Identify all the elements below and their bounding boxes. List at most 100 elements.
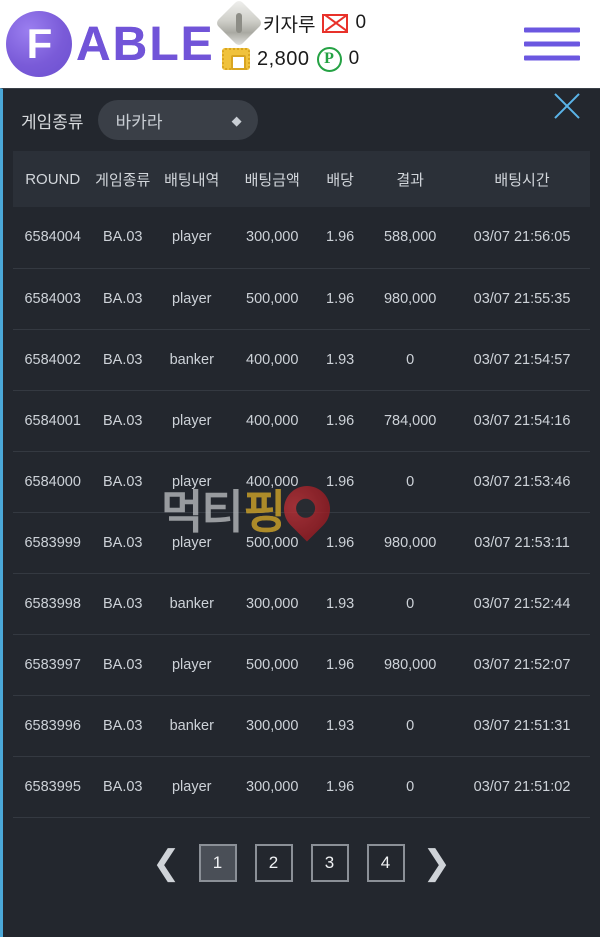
cell-bet: player bbox=[171, 656, 212, 673]
cell-time: 03/07 21:52:07 bbox=[473, 656, 571, 673]
hamburger-menu-icon[interactable] bbox=[524, 27, 580, 61]
username-label: 키자루 bbox=[263, 14, 316, 36]
cell-amount: 300,000 bbox=[246, 778, 299, 795]
cell-odds: 1.96 bbox=[326, 778, 355, 795]
cell-game: BA.03 bbox=[103, 229, 143, 246]
pagination-page-4[interactable]: 4 bbox=[366, 843, 405, 882]
column-header-bet: 배팅내역 bbox=[164, 171, 220, 189]
cell-amount: 500,000 bbox=[246, 290, 299, 307]
logo-wordmark: ABLE bbox=[76, 17, 215, 71]
cell-amount: 500,000 bbox=[246, 656, 299, 673]
table-row: 6584003 BA.03 player 500,000 1.96 980,00… bbox=[13, 268, 590, 329]
cell-round: 6583995 bbox=[24, 778, 81, 795]
cell-round: 6583998 bbox=[24, 595, 81, 612]
hamburger-bar bbox=[524, 27, 580, 33]
site-logo[interactable]: F ABLE bbox=[6, 11, 215, 77]
cell-time: 03/07 21:53:46 bbox=[473, 473, 571, 490]
filter-bar: 게임종류 바카라 ◆ bbox=[3, 89, 600, 151]
column-header-result: 결과 bbox=[396, 171, 424, 189]
pagination-page-1[interactable]: 1 bbox=[198, 843, 237, 882]
cell-bet: player bbox=[171, 290, 212, 307]
cell-time: 03/07 21:51:02 bbox=[473, 778, 571, 795]
cell-result: 0 bbox=[406, 595, 415, 612]
table-head: ROUND 게임종류 배팅내역 배팅금액 배당 결과 배팅시간 bbox=[13, 151, 590, 207]
cell-result: 0 bbox=[406, 351, 415, 368]
site-header: F ABLE 키자루 0 2,800 P 0 bbox=[0, 0, 600, 88]
cell-bet: player bbox=[171, 412, 212, 429]
cell-bet: banker bbox=[169, 595, 214, 612]
cell-game: BA.03 bbox=[103, 717, 143, 734]
cell-round: 6583996 bbox=[24, 717, 81, 734]
diamond-rank-icon bbox=[214, 0, 264, 48]
pagination: ❮ 1 2 3 4 ❯ bbox=[3, 843, 600, 882]
cell-result: 980,000 bbox=[383, 656, 437, 673]
betting-history-table-wrap: 먹티 핑 ROUND 게임종류 배팅내역 배팅금액 배당 결과 배팅시간 658… bbox=[3, 151, 600, 818]
cell-odds: 1.96 bbox=[326, 229, 355, 246]
cell-result: 588,000 bbox=[383, 229, 437, 246]
cell-odds: 1.93 bbox=[326, 717, 355, 734]
cell-amount: 400,000 bbox=[246, 412, 299, 429]
table-row: 6583998 BA.03 banker 300,000 1.93 0 03/0… bbox=[13, 573, 590, 634]
cell-game: BA.03 bbox=[103, 778, 143, 795]
table-row: 6583999 BA.03 player 500,000 1.96 980,00… bbox=[13, 512, 590, 573]
column-header-round: ROUND bbox=[25, 170, 81, 188]
table-body: 6584004 BA.03 player 300,000 1.96 588,00… bbox=[13, 207, 590, 817]
cell-time: 03/07 21:52:44 bbox=[473, 595, 571, 612]
cell-game: BA.03 bbox=[103, 290, 143, 307]
cell-game: BA.03 bbox=[103, 656, 143, 673]
cell-game: BA.03 bbox=[103, 595, 143, 612]
column-header-time: 배팅시간 bbox=[494, 171, 550, 189]
cell-odds: 1.96 bbox=[326, 473, 355, 490]
wallet-icon bbox=[222, 48, 250, 70]
cell-game: BA.03 bbox=[103, 351, 143, 368]
cell-bet: player bbox=[171, 473, 212, 490]
cell-amount: 300,000 bbox=[246, 229, 299, 246]
cell-game: BA.03 bbox=[103, 473, 143, 490]
cell-result: 980,000 bbox=[383, 534, 437, 551]
pagination-prev-icon[interactable]: ❮ bbox=[152, 846, 181, 880]
cell-round: 6583999 bbox=[24, 534, 81, 551]
cell-amount: 300,000 bbox=[246, 595, 299, 612]
cell-result: 784,000 bbox=[383, 412, 437, 429]
cell-round: 6584003 bbox=[24, 290, 81, 307]
cell-bet: player bbox=[171, 534, 212, 551]
table-row: 6583996 BA.03 banker 300,000 1.93 0 03/0… bbox=[13, 695, 590, 756]
cell-round: 6584004 bbox=[24, 229, 81, 246]
mail-count: 0 bbox=[355, 12, 367, 33]
close-icon[interactable] bbox=[544, 83, 590, 129]
game-type-value: 바카라 bbox=[115, 112, 163, 132]
cell-round: 6584000 bbox=[24, 473, 81, 490]
column-header-amount: 배팅금액 bbox=[244, 171, 300, 189]
game-type-label: 게임종류 bbox=[21, 112, 84, 132]
table-row: 6584001 BA.03 player 400,000 1.96 784,00… bbox=[13, 390, 590, 451]
balance-amount: 2,800 bbox=[257, 47, 310, 70]
table-header-row: ROUND 게임종류 배팅내역 배팅금액 배당 결과 배팅시간 bbox=[13, 151, 590, 207]
table-row: 6584000 BA.03 player 400,000 1.96 0 03/0… bbox=[13, 451, 590, 512]
cell-time: 03/07 21:54:16 bbox=[473, 412, 571, 429]
cell-game: BA.03 bbox=[103, 412, 143, 429]
cell-odds: 1.96 bbox=[326, 290, 355, 307]
pagination-page-2[interactable]: 2 bbox=[254, 843, 293, 882]
point-count: 0 bbox=[348, 48, 360, 69]
table-row: 6584004 BA.03 player 300,000 1.96 588,00… bbox=[13, 207, 590, 268]
cell-result: 980,000 bbox=[383, 290, 437, 307]
betting-history-panel: 게임종류 바카라 ◆ 먹티 핑 ROUND 게임종류 배팅내역 배팅금액 배당 … bbox=[0, 88, 600, 937]
cell-bet: player bbox=[171, 778, 212, 795]
cell-result: 0 bbox=[406, 778, 415, 795]
game-type-select[interactable]: 바카라 ◆ bbox=[97, 100, 258, 140]
cell-round: 6583997 bbox=[24, 656, 81, 673]
cell-time: 03/07 21:53:11 bbox=[474, 534, 570, 551]
pagination-page-3[interactable]: 3 bbox=[310, 843, 349, 882]
cell-amount: 400,000 bbox=[246, 473, 299, 490]
point-icon: P bbox=[316, 46, 342, 72]
cell-time: 03/07 21:55:35 bbox=[473, 290, 571, 307]
user-info-row-bottom: 2,800 P 0 bbox=[222, 44, 366, 74]
table-row: 6583997 BA.03 player 500,000 1.96 980,00… bbox=[13, 634, 590, 695]
user-info-row-top: 키자루 0 bbox=[214, 0, 367, 48]
cell-result: 0 bbox=[406, 473, 415, 490]
cell-odds: 1.93 bbox=[326, 351, 355, 368]
envelope-icon[interactable] bbox=[322, 13, 349, 33]
pagination-next-icon[interactable]: ❯ bbox=[423, 846, 452, 880]
cell-time: 03/07 21:54:57 bbox=[473, 351, 571, 368]
cell-odds: 1.93 bbox=[326, 595, 355, 612]
